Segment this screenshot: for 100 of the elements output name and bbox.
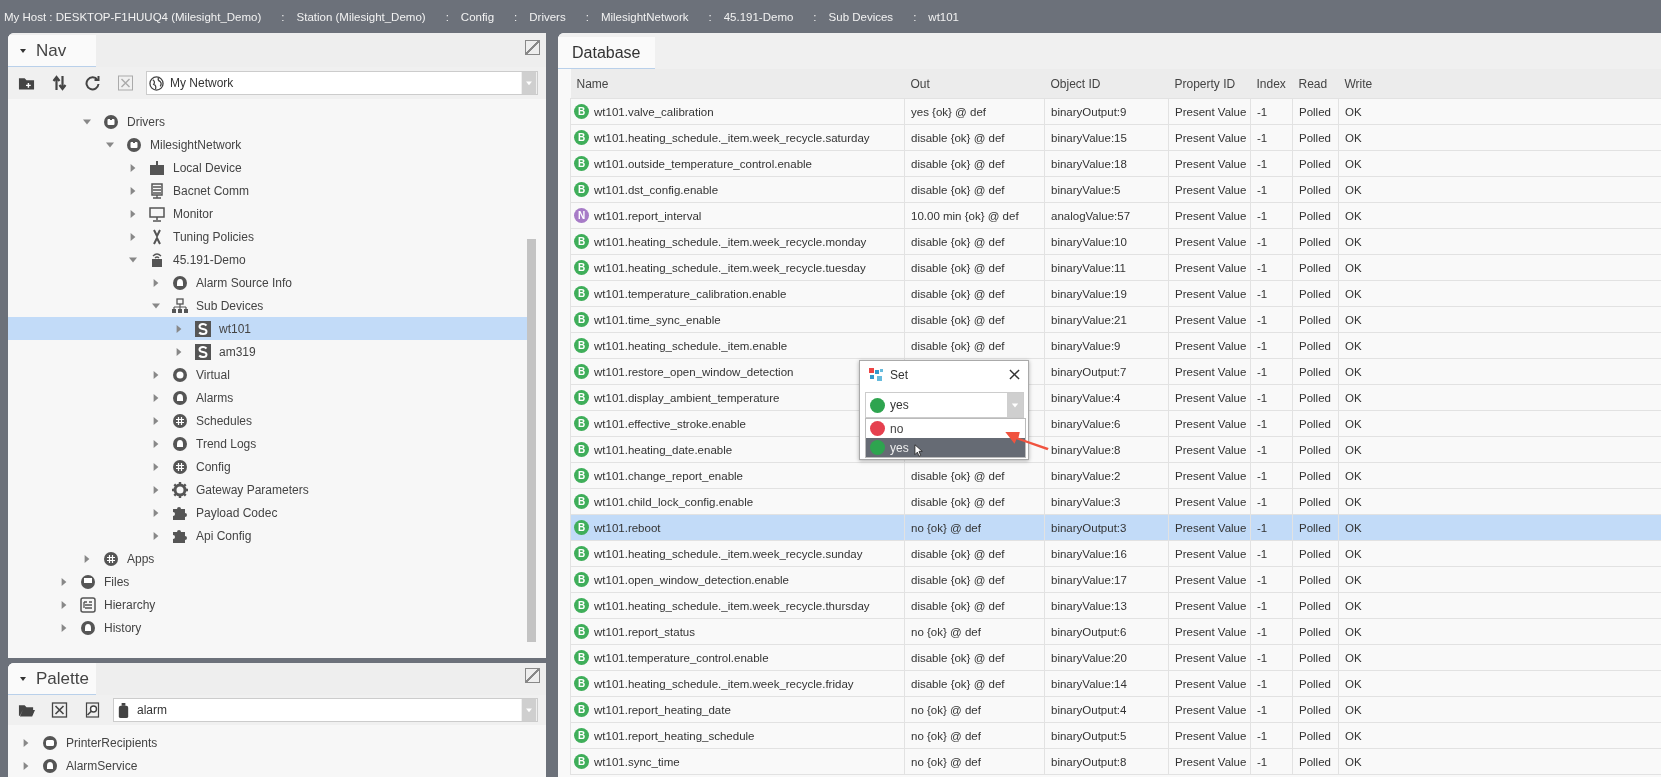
tree-item[interactable]: PrinterRecipients <box>8 731 530 754</box>
expand-icon[interactable] <box>60 577 68 586</box>
table-row[interactable]: B wt101.heating_schedule._item.week_recycle.sunday disable {ok} @ def binaryValue:16 Present Value -1 Polled OK <box>570 540 1661 567</box>
table-row[interactable]: B wt101.child_lock_config.enable disable {ok} @ def binaryValue:3 Present Value -1 Polled OK <box>570 488 1661 515</box>
table-row[interactable]: B wt101.time_sync_enable disable {ok} @ def binaryValue:21 Present Value -1 Polled OK <box>570 306 1661 333</box>
tree-item[interactable]: Apps <box>8 547 530 570</box>
breadcrumb-item[interactable]: Config <box>460 10 495 23</box>
breadcrumb-item[interactable]: Drivers <box>529 10 566 23</box>
breadcrumb-item[interactable]: wt101 <box>928 10 959 23</box>
tree-item[interactable]: Virtual <box>8 363 530 386</box>
expand-icon[interactable] <box>22 761 30 770</box>
breadcrumb-item[interactable]: MilesightNetwork <box>600 10 689 23</box>
tree-item[interactable]: Trend Logs <box>8 432 530 455</box>
expand-icon[interactable] <box>152 508 160 517</box>
expand-icon[interactable] <box>152 370 160 379</box>
expand-icon[interactable] <box>152 278 160 287</box>
new-folder-icon[interactable] <box>18 75 35 91</box>
dropdown-option[interactable]: no <box>866 419 1025 438</box>
table-row[interactable]: B wt101.temperature_calibration.enable disable {ok} @ def binaryValue:19 Present Value -1 Polled OK <box>570 280 1661 307</box>
table-row[interactable]: B wt101.heating_schedule._item.week_recycle.saturday disable {ok} @ def binaryValue:15 Present Value -1 Polled OK <box>570 124 1661 151</box>
table-row[interactable]: B wt101.report_heating_date no {ok} @ def binaryOutput:4 Present Value -1 Polled OK <box>570 696 1661 723</box>
tree-item[interactable]: Drivers <box>8 110 530 133</box>
expand-icon[interactable] <box>83 554 91 563</box>
open-folder-icon[interactable] <box>18 702 35 718</box>
database-tab[interactable]: Database <box>558 37 655 69</box>
tree-item[interactable]: am319 <box>8 340 530 363</box>
expand-icon[interactable] <box>129 163 137 172</box>
table-row[interactable]: B wt101.heating_schedule._item.week_recycle.friday disable {ok} @ def binaryValue:14 Present Value -1 Polled OK <box>570 670 1661 697</box>
value-dropdown[interactable]: yes <box>865 392 1024 418</box>
sort-arrows-icon[interactable] <box>51 75 68 91</box>
collapse-icon[interactable] <box>83 117 91 126</box>
refresh-icon[interactable] <box>84 75 101 91</box>
tree-item[interactable]: Local Device <box>8 156 530 179</box>
tree-item[interactable]: Alarm Source Info <box>8 271 530 294</box>
tree-item[interactable]: Bacnet Comm <box>8 179 530 202</box>
column-header[interactable]: Write <box>1338 69 1661 99</box>
maximize-icon[interactable] <box>525 668 540 683</box>
tree-item[interactable]: Hierarchy <box>8 593 530 616</box>
tree-item[interactable]: Config <box>8 455 530 478</box>
table-row[interactable]: B wt101.heating_schedule._item.enable disable {ok} @ def binaryValue:9 Present Value -1 Polled OK <box>570 332 1661 359</box>
palette-tab[interactable]: Palette <box>8 663 96 695</box>
module-dropdown[interactable]: alarm <box>113 698 538 722</box>
tree-item[interactable]: History <box>8 616 530 639</box>
collapse-icon[interactable] <box>129 255 137 264</box>
tree-item[interactable]: Sub Devices <box>8 294 530 317</box>
expand-icon[interactable] <box>152 462 160 471</box>
column-header[interactable]: Index <box>1250 69 1293 99</box>
expand-icon[interactable] <box>152 416 160 425</box>
close-icon[interactable] <box>51 702 68 718</box>
table-row[interactable]: B wt101.open_window_detection.enable disable {ok} @ def binaryValue:17 Present Value -1 Polled OK <box>570 566 1661 593</box>
tree-item[interactable]: Files <box>8 570 530 593</box>
breadcrumb-item[interactable]: Sub Devices <box>828 10 894 23</box>
tree-item[interactable]: Schedules <box>8 409 530 432</box>
table-row[interactable]: B wt101.temperature_control.enable disable {ok} @ def binaryValue:20 Present Value -1 Polled OK <box>570 644 1661 671</box>
table-row[interactable]: B wt101.report_status no {ok} @ def binaryOutput:6 Present Value -1 Polled OK <box>570 618 1661 645</box>
table-row[interactable]: B wt101.sync_time no {ok} @ def binaryOutput:8 Present Value -1 Polled OK <box>570 748 1661 775</box>
table-row[interactable]: B wt101.heating_schedule._item.week_recycle.thursday disable {ok} @ def binaryValue:13 Present Value -1 Polled OK <box>570 592 1661 619</box>
breadcrumb-item[interactable]: Station (Milesight_Demo) <box>296 10 426 23</box>
column-header[interactable]: Property ID <box>1168 69 1251 99</box>
tree-item[interactable]: Tuning Policies <box>8 225 530 248</box>
table-row[interactable]: B wt101.reboot no {ok} @ def binaryOutput:3 Present Value -1 Polled OK <box>570 514 1661 541</box>
expand-icon[interactable] <box>129 232 137 241</box>
expand-icon[interactable] <box>60 600 68 609</box>
column-header[interactable]: Name <box>570 69 905 99</box>
ord-dropdown[interactable]: My Network <box>146 71 538 95</box>
table-row[interactable]: B wt101.valve_calibration yes {ok} @ def binaryOutput:9 Present Value -1 Polled OK <box>570 98 1661 125</box>
column-header[interactable]: Out <box>904 69 1045 99</box>
close-icon[interactable] <box>1009 369 1020 380</box>
collapse-icon[interactable] <box>152 301 160 310</box>
collapse-icon[interactable] <box>106 140 114 149</box>
tree-item[interactable]: Payload Codec <box>8 501 530 524</box>
table-row[interactable]: N wt101.report_interval 10.00 min {ok} @ def analogValue:57 Present Value -1 Polled OK <box>570 202 1661 229</box>
expand-icon[interactable] <box>175 324 183 333</box>
table-row[interactable]: B wt101.report_heating_schedule no {ok} @ def binaryOutput:5 Present Value -1 Polled OK <box>570 722 1661 749</box>
tree-item[interactable]: 45.191-Demo <box>8 248 530 271</box>
tree-item[interactable]: Gateway Parameters <box>8 478 530 501</box>
maximize-icon[interactable] <box>525 40 540 55</box>
tree-item[interactable]: wt101 <box>8 317 530 340</box>
table-row[interactable]: B wt101.outside_temperature_control.enable disable {ok} @ def binaryValue:18 Present Value -1 Polled OK <box>570 150 1661 177</box>
tree-item[interactable]: Alarms <box>8 386 530 409</box>
tree-item[interactable]: Monitor <box>8 202 530 225</box>
table-row[interactable]: B wt101.heating_schedule._item.week_recycle.monday disable {ok} @ def binaryValue:10 Present Value -1 Polled OK <box>570 228 1661 255</box>
tree-item[interactable]: MilesightNetwork <box>8 133 530 156</box>
expand-icon[interactable] <box>152 439 160 448</box>
breadcrumb-item[interactable]: 45.191-Demo <box>723 10 794 23</box>
breadcrumb-item[interactable]: My Host : DESKTOP-F1HUUQ4 (Milesight_Demo) <box>4 10 262 23</box>
expand-icon[interactable] <box>60 623 68 632</box>
table-row[interactable]: B wt101.heating_schedule._item.week_recycle.tuesday disable {ok} @ def binaryValue:11 Present Value -1 Polled OK <box>570 254 1661 281</box>
tree-item[interactable]: Api Config <box>8 524 530 547</box>
expand-icon[interactable] <box>22 738 30 747</box>
expand-icon[interactable] <box>175 347 183 356</box>
column-header[interactable]: Read <box>1292 69 1339 99</box>
nav-tab[interactable]: Nav <box>8 35 96 67</box>
tree-item[interactable]: AlarmService <box>8 754 530 777</box>
expand-icon[interactable] <box>129 209 137 218</box>
column-header[interactable]: Object ID <box>1044 69 1169 99</box>
table-row[interactable]: B wt101.dst_config.enable disable {ok} @ def binaryValue:5 Present Value -1 Polled OK <box>570 176 1661 203</box>
expand-icon[interactable] <box>152 531 160 540</box>
dropdown-option[interactable]: yes <box>866 438 1025 457</box>
search-icon[interactable] <box>84 702 101 718</box>
